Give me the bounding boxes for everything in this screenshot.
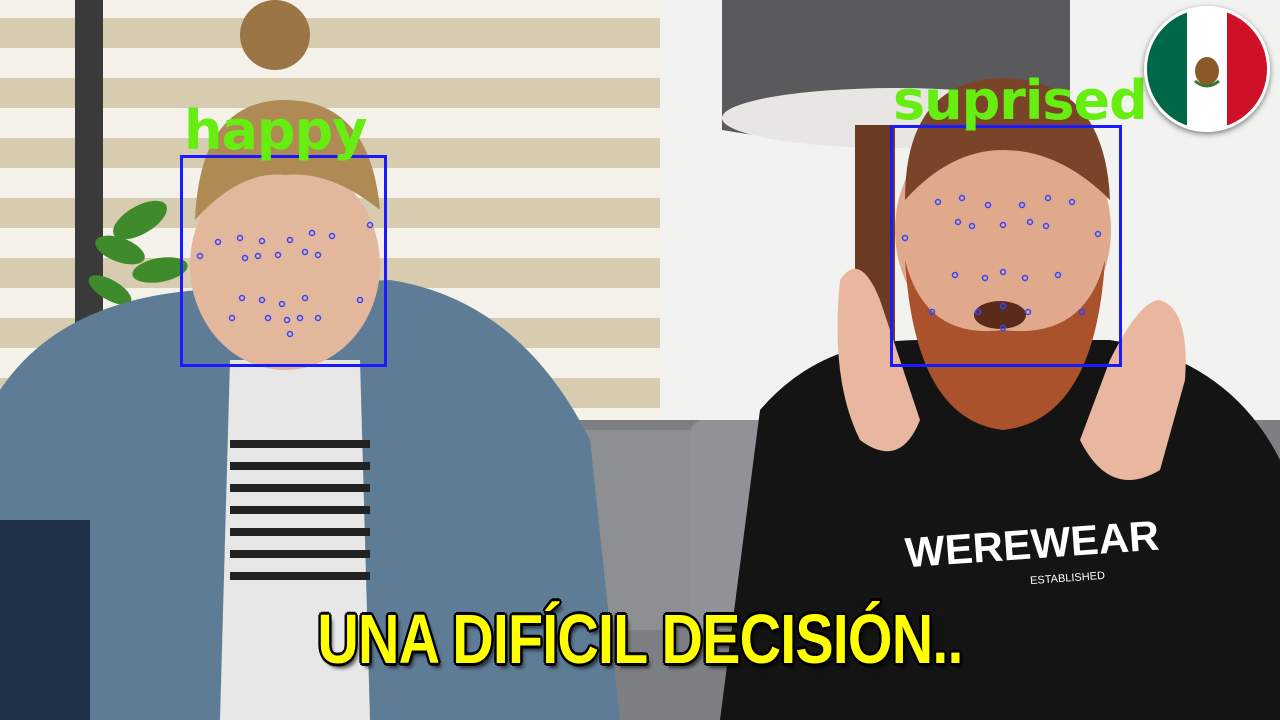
face-box-left: [180, 155, 387, 367]
face-box-right: [890, 125, 1122, 367]
caption-text: UNA DIFÍCIL DECISIÓN..: [317, 600, 963, 678]
emotion-label-left: happy: [184, 99, 367, 162]
mexico-flag-icon: [1144, 6, 1270, 132]
emotion-label-right: suprised: [893, 69, 1148, 132]
